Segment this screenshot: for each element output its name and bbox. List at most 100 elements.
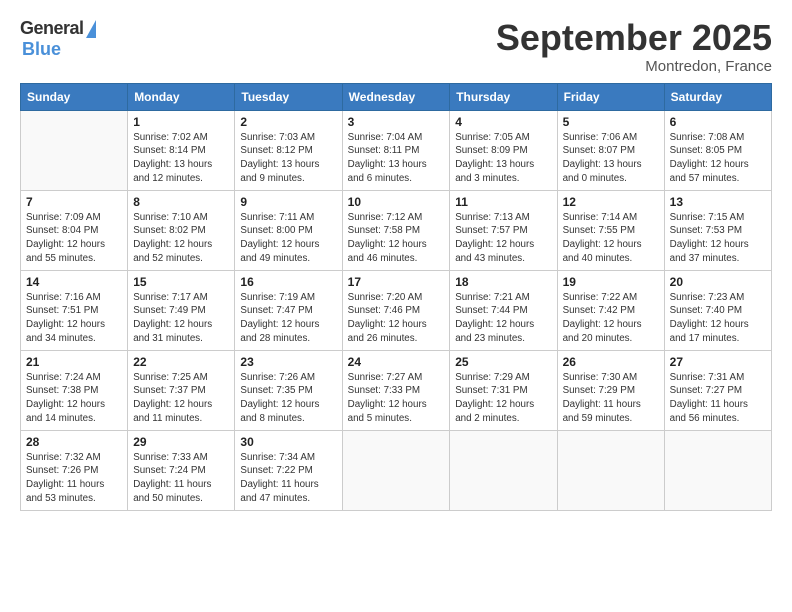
title-block: September 2025 Montredon, France bbox=[496, 18, 772, 75]
day-number: 12 bbox=[563, 195, 659, 209]
logo-general-text: General bbox=[20, 18, 84, 39]
calendar-cell: 9Sunrise: 7:11 AM Sunset: 8:00 PM Daylig… bbox=[235, 190, 342, 270]
calendar-cell: 13Sunrise: 7:15 AM Sunset: 7:53 PM Dayli… bbox=[664, 190, 771, 270]
calendar-cell: 24 Sunrise: 7:27 AM Sunset: 7:33 PM Dayli… bbox=[342, 350, 450, 430]
page: General Blue September 2025 Montredon, F… bbox=[0, 0, 792, 612]
calendar-cell: 29Sunrise: 7:33 AM Sunset: 7:24 PM Dayli… bbox=[128, 430, 235, 510]
day-number: 20 bbox=[670, 275, 766, 289]
day-detail: Sunrise: 7:27 AM Sunset: 7:33 PM Dayligh… bbox=[348, 371, 445, 426]
calendar-cell: 20 Sunrise: 7:23 AM Sunset: 7:40 PM Dayli… bbox=[664, 270, 771, 350]
col-header-friday: Friday bbox=[557, 83, 664, 110]
day-detail: Sunrise: 7:20 AM Sunset: 7:46 PM Dayligh… bbox=[348, 291, 445, 346]
calendar-cell: 27 Sunrise: 7:31 AM Sunset: 7:27 PM Dayli… bbox=[664, 350, 771, 430]
day-detail: Sunrise: 7:12 AM Sunset: 7:58 PM Dayligh… bbox=[348, 211, 445, 266]
calendar-location: Montredon, France bbox=[496, 58, 772, 75]
calendar-cell: 10 Sunrise: 7:12 AM Sunset: 7:58 PM Dayli… bbox=[342, 190, 450, 270]
day-number: 11 bbox=[455, 195, 551, 209]
calendar-week-row: 28 Sunrise: 7:32 AM Sunset: 7:26 PM Dayli… bbox=[21, 430, 772, 510]
calendar-cell bbox=[557, 430, 664, 510]
day-number: 3 bbox=[348, 115, 445, 129]
day-detail: Sunrise: 7:21 AM Sunset: 7:44 PM Dayligh… bbox=[455, 291, 551, 346]
day-detail: Sunrise: 7:14 AM Sunset: 7:55 PM Dayligh… bbox=[563, 211, 659, 266]
day-number: 25 bbox=[455, 355, 551, 369]
day-detail: Sunrise: 7:02 AM Sunset: 8:14 PM Dayligh… bbox=[133, 131, 229, 186]
calendar-cell: 30 Sunrise: 7:34 AM Sunset: 7:22 PM Dayli… bbox=[235, 430, 342, 510]
calendar-cell bbox=[21, 110, 128, 190]
col-header-tuesday: Tuesday bbox=[235, 83, 342, 110]
day-detail: Sunrise: 7:25 AM Sunset: 7:37 PM Dayligh… bbox=[133, 371, 229, 426]
calendar-cell: 6 Sunrise: 7:08 AM Sunset: 8:05 PM Daylig… bbox=[664, 110, 771, 190]
day-detail: Sunrise: 7:03 AM Sunset: 8:12 PM Dayligh… bbox=[240, 131, 336, 186]
calendar-cell: 19 Sunrise: 7:22 AM Sunset: 7:42 PM Dayli… bbox=[557, 270, 664, 350]
col-header-monday: Monday bbox=[128, 83, 235, 110]
calendar-cell: 7 Sunrise: 7:09 AM Sunset: 8:04 PM Daylig… bbox=[21, 190, 128, 270]
calendar-cell: 15 Sunrise: 7:17 AM Sunset: 7:49 PM Dayli… bbox=[128, 270, 235, 350]
day-number: 22 bbox=[133, 355, 229, 369]
calendar-cell: 14Sunrise: 7:16 AM Sunset: 7:51 PM Dayli… bbox=[21, 270, 128, 350]
day-number: 28 bbox=[26, 435, 122, 449]
calendar-cell: 18 Sunrise: 7:21 AM Sunset: 7:44 PM Dayli… bbox=[450, 270, 557, 350]
day-number: 27 bbox=[670, 355, 766, 369]
calendar-cell: 25 Sunrise: 7:29 AM Sunset: 7:31 PM Dayli… bbox=[450, 350, 557, 430]
day-number: 8 bbox=[133, 195, 229, 209]
day-detail: Sunrise: 7:32 AM Sunset: 7:26 PM Dayligh… bbox=[26, 451, 122, 506]
calendar-cell: 16 Sunrise: 7:19 AM Sunset: 7:47 PM Dayli… bbox=[235, 270, 342, 350]
calendar-cell: 8 Sunrise: 7:10 AM Sunset: 8:02 PM Daylig… bbox=[128, 190, 235, 270]
day-number: 9 bbox=[240, 195, 336, 209]
calendar-cell bbox=[342, 430, 450, 510]
day-number: 2 bbox=[240, 115, 336, 129]
calendar-week-row: 14Sunrise: 7:16 AM Sunset: 7:51 PM Dayli… bbox=[21, 270, 772, 350]
day-number: 4 bbox=[455, 115, 551, 129]
calendar-cell bbox=[664, 430, 771, 510]
day-detail: Sunrise: 7:16 AM Sunset: 7:51 PM Dayligh… bbox=[26, 291, 122, 346]
calendar-cell: 28 Sunrise: 7:32 AM Sunset: 7:26 PM Dayli… bbox=[21, 430, 128, 510]
calendar-cell: 11Sunrise: 7:13 AM Sunset: 7:57 PM Dayli… bbox=[450, 190, 557, 270]
col-header-thursday: Thursday bbox=[450, 83, 557, 110]
calendar-cell: 3 Sunrise: 7:04 AM Sunset: 8:11 PM Daylig… bbox=[342, 110, 450, 190]
day-detail: Sunrise: 7:22 AM Sunset: 7:42 PM Dayligh… bbox=[563, 291, 659, 346]
day-number: 10 bbox=[348, 195, 445, 209]
day-number: 29 bbox=[133, 435, 229, 449]
header: General Blue September 2025 Montredon, F… bbox=[20, 18, 772, 75]
col-header-wednesday: Wednesday bbox=[342, 83, 450, 110]
day-number: 16 bbox=[240, 275, 336, 289]
calendar-cell: 17 Sunrise: 7:20 AM Sunset: 7:46 PM Dayli… bbox=[342, 270, 450, 350]
day-detail: Sunrise: 7:34 AM Sunset: 7:22 PM Dayligh… bbox=[240, 451, 336, 506]
day-detail: Sunrise: 7:09 AM Sunset: 8:04 PM Dayligh… bbox=[26, 211, 122, 266]
day-detail: Sunrise: 7:30 AM Sunset: 7:29 PM Dayligh… bbox=[563, 371, 659, 426]
day-number: 7 bbox=[26, 195, 122, 209]
calendar-cell: 4 Sunrise: 7:05 AM Sunset: 8:09 PM Daylig… bbox=[450, 110, 557, 190]
logo-triangle-icon bbox=[86, 20, 96, 38]
calendar-cell: 22 Sunrise: 7:25 AM Sunset: 7:37 PM Dayli… bbox=[128, 350, 235, 430]
day-detail: Sunrise: 7:29 AM Sunset: 7:31 PM Dayligh… bbox=[455, 371, 551, 426]
day-detail: Sunrise: 7:10 AM Sunset: 8:02 PM Dayligh… bbox=[133, 211, 229, 266]
day-number: 21 bbox=[26, 355, 122, 369]
day-detail: Sunrise: 7:31 AM Sunset: 7:27 PM Dayligh… bbox=[670, 371, 766, 426]
calendar-header-row: Sunday Monday Tuesday Wednesday Thursday… bbox=[21, 83, 772, 110]
calendar-cell bbox=[450, 430, 557, 510]
day-number: 15 bbox=[133, 275, 229, 289]
day-number: 30 bbox=[240, 435, 336, 449]
day-detail: Sunrise: 7:17 AM Sunset: 7:49 PM Dayligh… bbox=[133, 291, 229, 346]
calendar-table: Sunday Monday Tuesday Wednesday Thursday… bbox=[20, 83, 772, 511]
calendar-cell: 21 Sunrise: 7:24 AM Sunset: 7:38 PM Dayli… bbox=[21, 350, 128, 430]
day-number: 6 bbox=[670, 115, 766, 129]
day-detail: Sunrise: 7:04 AM Sunset: 8:11 PM Dayligh… bbox=[348, 131, 445, 186]
day-number: 19 bbox=[563, 275, 659, 289]
day-detail: Sunrise: 7:23 AM Sunset: 7:40 PM Dayligh… bbox=[670, 291, 766, 346]
day-detail: Sunrise: 7:19 AM Sunset: 7:47 PM Dayligh… bbox=[240, 291, 336, 346]
logo-blue-text: Blue bbox=[22, 39, 61, 60]
day-detail: Sunrise: 7:26 AM Sunset: 7:35 PM Dayligh… bbox=[240, 371, 336, 426]
day-detail: Sunrise: 7:24 AM Sunset: 7:38 PM Dayligh… bbox=[26, 371, 122, 426]
day-number: 1 bbox=[133, 115, 229, 129]
day-number: 18 bbox=[455, 275, 551, 289]
day-detail: Sunrise: 7:05 AM Sunset: 8:09 PM Dayligh… bbox=[455, 131, 551, 186]
day-number: 24 bbox=[348, 355, 445, 369]
calendar-cell: 26Sunrise: 7:30 AM Sunset: 7:29 PM Dayli… bbox=[557, 350, 664, 430]
day-number: 13 bbox=[670, 195, 766, 209]
day-detail: Sunrise: 7:08 AM Sunset: 8:05 PM Dayligh… bbox=[670, 131, 766, 186]
day-number: 17 bbox=[348, 275, 445, 289]
calendar-week-row: 1 Sunrise: 7:02 AM Sunset: 8:14 PM Daylig… bbox=[21, 110, 772, 190]
calendar-week-row: 7 Sunrise: 7:09 AM Sunset: 8:04 PM Daylig… bbox=[21, 190, 772, 270]
col-header-sunday: Sunday bbox=[21, 83, 128, 110]
